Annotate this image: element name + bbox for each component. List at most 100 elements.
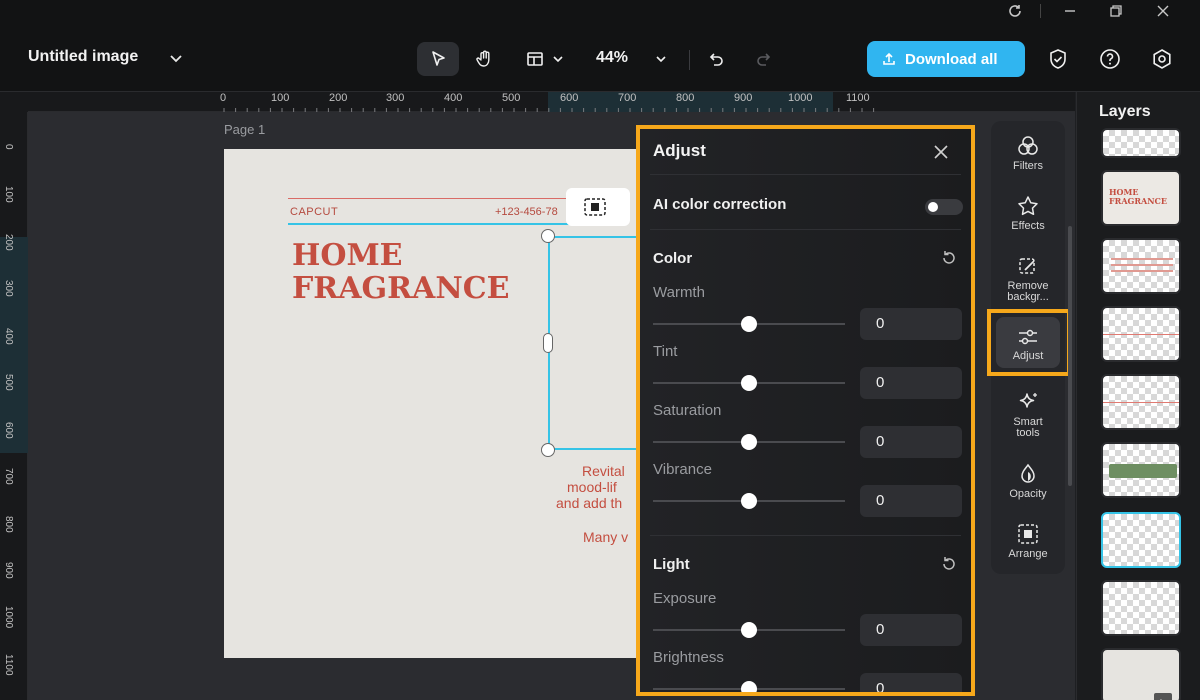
layer-thumbnail[interactable] [1101,442,1181,498]
body-text-line[interactable]: mood-lif [567,479,617,495]
close-icon[interactable] [932,143,950,166]
saturation-slider-thumb[interactable] [741,434,757,450]
filters-icon [1018,136,1038,155]
tint-value-input[interactable]: 0 [860,367,962,399]
zoom-dropdown[interactable] [650,42,672,76]
headline[interactable]: HOME FRAGRANCE [292,239,510,305]
layer-thumbnail[interactable] [1101,648,1181,700]
help-button[interactable] [1094,42,1126,76]
vibrance-slider-thumb[interactable] [741,493,757,509]
refresh-icon[interactable] [995,0,1035,22]
adjust-highlight-frame [987,309,1071,376]
exposure-label: Exposure [653,590,717,607]
remove-background-button[interactable]: Remove backgr... [991,255,1065,303]
selected-line[interactable] [288,223,588,225]
ruler-tick: 800 [676,92,695,104]
vibrance-value-input[interactable]: 0 [860,485,962,517]
brightness-value-input[interactable]: 0 [860,673,962,692]
smart-tools-button[interactable]: Smart tools [991,391,1065,439]
layer-thumbnail[interactable]: HOME FRAGRANCE [1101,170,1181,226]
settings-button[interactable] [1146,42,1178,76]
chevron-down-icon [553,56,563,63]
ruler-tick: 100 [271,92,290,104]
resize-handle[interactable] [541,229,555,243]
reset-color-icon[interactable] [940,249,958,272]
layer-thumbnail[interactable] [1101,580,1181,636]
color-section-title: Color [653,250,693,267]
ruler-tick: 1000 [788,92,813,104]
layout-icon [527,52,543,66]
reset-light-icon[interactable] [940,555,958,578]
effects-button[interactable]: Effects [991,195,1065,232]
brand-text[interactable]: CAPCUT [290,206,338,218]
layers-panel: Layers HOME FRAGRANCE [1076,92,1200,700]
divider [650,174,961,175]
select-tool-button[interactable] [417,42,459,76]
resize-handle[interactable] [541,443,555,457]
resize-handle[interactable] [543,333,553,353]
close-window-icon[interactable] [1143,0,1183,22]
opacity-label: Opacity [1009,488,1047,500]
ruler-selection-highlight [0,237,28,453]
layer-thumb-text: FRAGRANCE [1109,196,1167,206]
ruler-tick: 700 [3,468,14,485]
floating-toolbar[interactable] [566,188,630,226]
document-title[interactable]: Untitled image [28,48,138,66]
selection-box[interactable] [548,236,644,450]
download-all-button[interactable]: Download all [867,41,1025,77]
window-titlebar [0,0,1200,22]
zoom-level[interactable]: 44% [596,49,628,67]
body-text-line[interactable]: Many v [583,529,628,545]
exposure-slider-thumb[interactable] [741,622,757,638]
warmth-label: Warmth [653,284,705,301]
body-text-line[interactable]: Revital [582,463,625,479]
layer-thumbnail-selected[interactable] [1101,512,1181,568]
tool-strip-scrollbar[interactable] [1068,226,1072,486]
body-text-line[interactable]: and add th [556,495,622,511]
chevron-down-icon[interactable] [168,50,184,71]
ruler-tick: 1000 [3,606,14,629]
page-label: Page 1 [224,122,266,137]
restore-icon[interactable] [1096,0,1136,22]
layout-menu-button[interactable] [520,42,570,76]
opacity-button[interactable]: Opacity [991,463,1065,500]
warmth-slider-thumb[interactable] [741,316,757,332]
droplet-icon [1021,463,1035,483]
shield-button[interactable] [1042,42,1074,76]
tint-slider-thumb[interactable] [741,375,757,391]
saturation-value-input[interactable]: 0 [860,426,962,458]
arrange-button[interactable]: Arrange [991,523,1065,560]
warmth-value-input[interactable]: 0 [860,308,962,340]
ruler-tick: 600 [560,92,579,104]
ai-color-correction-toggle[interactable] [925,199,963,215]
top-toolbar: Untitled image 44% Download all [0,22,1200,92]
layer-thumbnail[interactable] [1101,238,1181,294]
undo-button[interactable] [700,42,732,76]
filters-button[interactable]: Filters [991,135,1065,172]
layer-thumbnail[interactable] [1101,374,1181,430]
adjust-panel-body: Adjust AI color correction Color Warmth … [640,129,971,692]
layer-thumbnail[interactable] [1101,306,1181,362]
brightness-label: Brightness [653,649,724,666]
ruler-tick: 500 [3,374,14,391]
exposure-value-input[interactable]: 0 [860,614,962,646]
ruler-tick: 1100 [846,92,870,104]
redo-button[interactable] [748,42,780,76]
ruler-tick: 700 [618,92,637,104]
effects-star-icon [1018,196,1038,216]
decorative-line [288,198,578,199]
saturation-label: Saturation [653,402,722,419]
ruler-tick: 300 [386,92,405,104]
toolbar-divider [689,50,690,70]
effects-label: Effects [1011,220,1045,232]
brightness-slider-thumb[interactable] [741,681,757,692]
remove-background-label-2: backgr... [1007,291,1049,303]
toggle-knob [928,202,938,212]
phone-text[interactable]: +123-456-78 [495,206,558,218]
layer-thumbnail[interactable] [1101,128,1181,158]
sparkle-icon [1019,393,1037,408]
cursor-icon [432,51,445,66]
hand-tool-button[interactable] [467,42,503,76]
ruler-tick: 300 [3,280,14,297]
minimize-icon[interactable] [1050,0,1090,22]
